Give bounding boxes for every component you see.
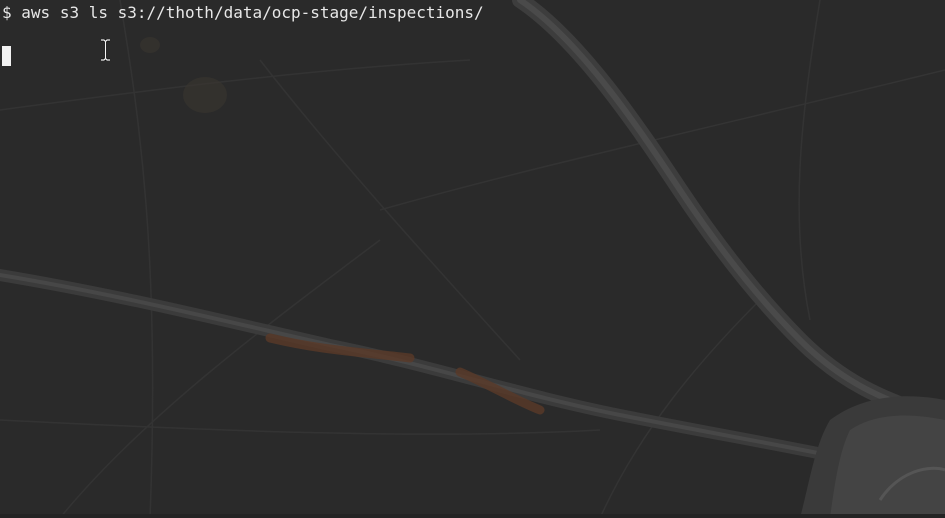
prompt-symbol: $ [2,3,12,22]
command-line: $ aws s3 ls s3://thoth/data/ocp-stage/in… [2,3,484,23]
terminal-block-cursor [2,46,11,66]
terminal-output[interactable]: $ aws s3 ls s3://thoth/data/ocp-stage/in… [0,0,945,518]
terminal-window[interactable]: $ aws s3 ls s3://thoth/data/ocp-stage/in… [0,0,945,518]
text-cursor-ibeam-icon [101,39,110,61]
command-text: aws s3 ls s3://thoth/data/ocp-stage/insp… [21,3,484,22]
